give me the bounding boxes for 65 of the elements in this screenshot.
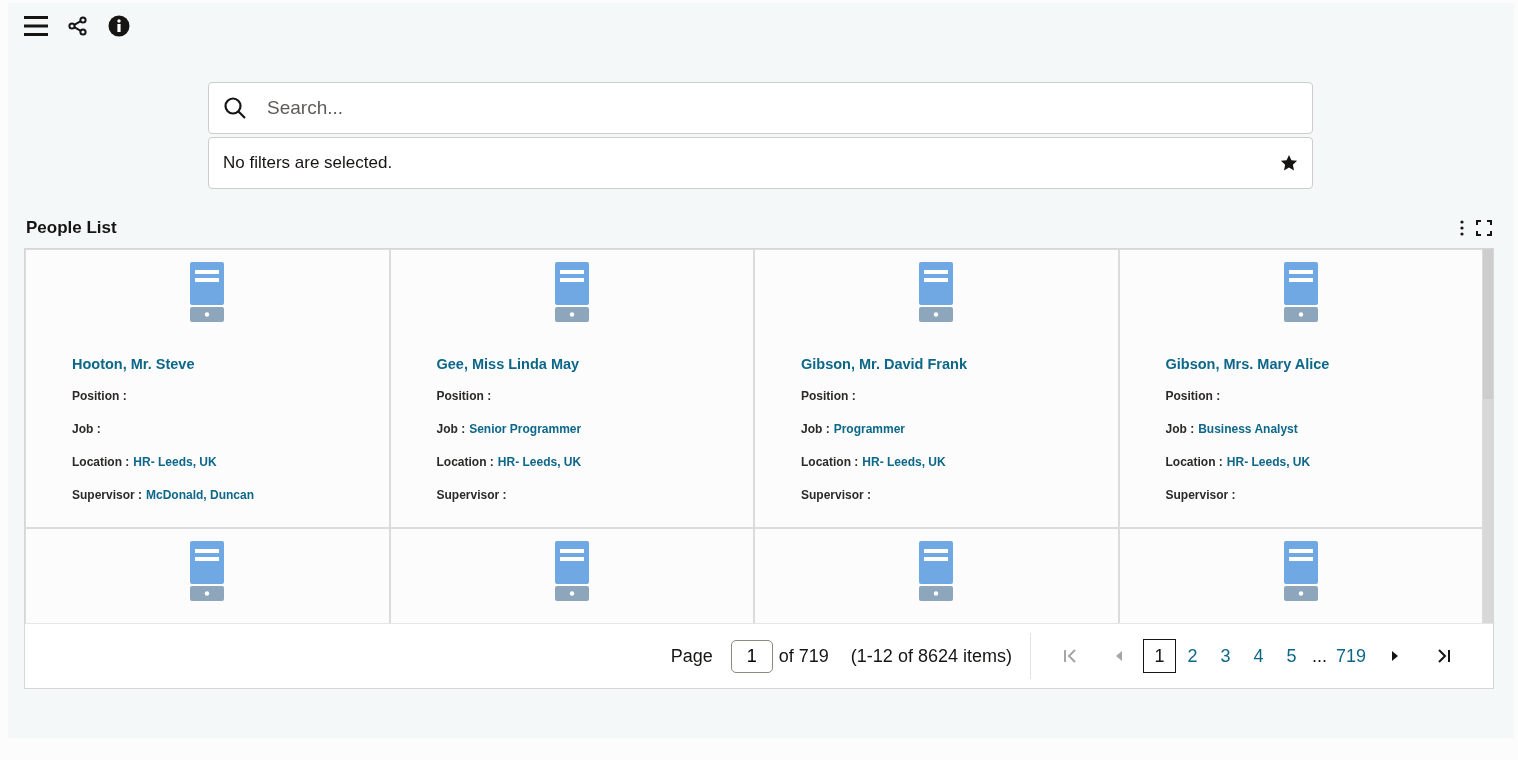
- document-icon: [190, 541, 225, 601]
- field-label: Job :: [801, 422, 830, 436]
- filter-status: No filters are selected.: [223, 153, 393, 173]
- search-bar[interactable]: Search...: [208, 82, 1313, 134]
- fullscreen-icon[interactable]: [1476, 220, 1492, 236]
- field-value-link[interactable]: McDonald, Duncan: [146, 488, 255, 502]
- field-label: Position :: [801, 389, 856, 403]
- document-icon: [190, 262, 225, 322]
- page-total: of 719: [778, 645, 829, 667]
- field-value-link[interactable]: Senior Programmer: [469, 422, 582, 436]
- menu-icon[interactable]: [24, 15, 48, 37]
- document-icon: [919, 262, 954, 322]
- page-number-button[interactable]: 3: [1208, 639, 1242, 673]
- field-label: Job :: [72, 422, 101, 436]
- page-ellipsis: ...: [1311, 645, 1327, 667]
- page-number-button[interactable]: 4: [1241, 639, 1275, 673]
- field-label: Position :: [1165, 389, 1221, 403]
- scrollbar[interactable]: [1483, 249, 1493, 623]
- person-card[interactable]: Gee, Miss Linda May Position : Job : Senior Programmer Location : HR- Leeds, UK Supervisor :: [389, 249, 754, 528]
- search-icon: [223, 96, 247, 120]
- search-field[interactable]: Search...: [265, 96, 1298, 120]
- person-card[interactable]: Gibson, Mr. David Frank Position : Job : Programmer Location : HR- Leeds, UK Supervisor :: [754, 249, 1119, 528]
- field-label: Supervisor :: [436, 488, 507, 502]
- field-value-link[interactable]: HR- Leeds, UK: [133, 455, 217, 469]
- page-input[interactable]: 1: [730, 639, 773, 673]
- field-label: Supervisor :: [801, 488, 872, 502]
- person-name-link[interactable]: Gee, Miss Linda May: [436, 356, 753, 372]
- field-label: Location :: [801, 455, 859, 469]
- first-page-icon: [1062, 648, 1079, 664]
- field-value-link[interactable]: HR- Leeds, UK: [1226, 455, 1311, 469]
- person-name-link[interactable]: Gibson, Mr. David Frank: [801, 356, 1118, 372]
- field-value-link[interactable]: Programmer: [833, 422, 906, 436]
- document-icon: [1283, 262, 1318, 322]
- field-label: Position :: [72, 389, 127, 403]
- document-icon: [554, 262, 589, 322]
- page-label: Page: [670, 645, 713, 667]
- document-icon: [1283, 541, 1318, 601]
- item-range: (1-12 of 8624 items): [850, 645, 1012, 667]
- field-label: Location :: [436, 455, 494, 469]
- person-name-link[interactable]: Hooton, Mr. Steve: [72, 356, 389, 372]
- field-label: Supervisor :: [72, 488, 143, 502]
- info-icon[interactable]: [108, 15, 130, 37]
- field-label: Supervisor :: [1165, 488, 1236, 502]
- person-card[interactable]: Hooton, Mr. Steve Position : Job : Location : HR- Leeds, UK Supervisor : McDonald, Duncan: [25, 249, 390, 528]
- field-value-link[interactable]: Business Analyst: [1198, 422, 1298, 436]
- share-icon[interactable]: [68, 16, 88, 36]
- star-icon[interactable]: [1280, 154, 1298, 172]
- last-page-icon: [1435, 648, 1451, 664]
- field-value-link[interactable]: HR- Leeds, UK: [497, 455, 582, 469]
- more-options-icon[interactable]: [1460, 220, 1464, 236]
- document-icon: [919, 541, 954, 601]
- field-label: Location :: [72, 455, 130, 469]
- page-number-button[interactable]: 1: [1142, 639, 1176, 673]
- person-name-link[interactable]: Gibson, Mrs. Mary Alice: [1165, 356, 1482, 372]
- field-label: Location :: [1165, 455, 1223, 469]
- field-label: Position :: [436, 389, 492, 403]
- field-label: Job :: [436, 422, 466, 436]
- field-value-link[interactable]: HR- Leeds, UK: [862, 455, 946, 469]
- field-label: Job :: [1165, 422, 1195, 436]
- page-number-button[interactable]: 719: [1330, 639, 1371, 673]
- person-card[interactable]: Gibson, Mrs. Mary Alice Position : Job : Business Analyst Location : HR- Leeds, UK Supervisor :: [1118, 249, 1483, 528]
- document-icon: [554, 541, 589, 601]
- page-number-button[interactable]: 2: [1175, 639, 1209, 673]
- page-number-button[interactable]: 5: [1274, 639, 1308, 673]
- panel-title: People List: [26, 218, 117, 238]
